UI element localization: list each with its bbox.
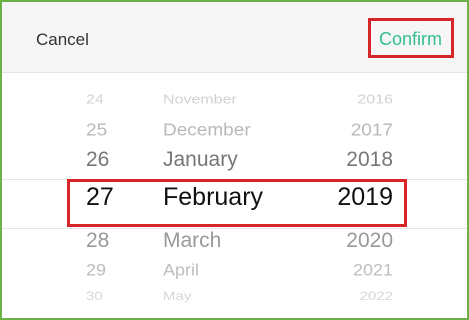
- month-option[interactable]: November: [147, 93, 303, 108]
- wheel-fade-top: [2, 73, 467, 89]
- selected-row-highlight-box: [67, 179, 407, 227]
- selection-divider-bottom: [2, 228, 467, 229]
- month-option[interactable]: December: [147, 121, 303, 141]
- month-option[interactable]: January: [147, 148, 303, 172]
- confirm-button[interactable]: Confirm: [379, 29, 442, 50]
- picker-toolbar: Cancel Confirm: [2, 2, 467, 73]
- month-option[interactable]: March: [147, 229, 303, 253]
- date-picker-sheet: Cancel Confirm 24 25 26 27 28 29 30 Nove…: [0, 0, 469, 320]
- year-option[interactable]: 2016: [317, 93, 417, 108]
- cancel-button[interactable]: Cancel: [36, 30, 89, 50]
- wheel-fade-bottom: [2, 298, 467, 318]
- year-option[interactable]: 2017: [317, 121, 417, 141]
- month-option[interactable]: April: [147, 261, 303, 280]
- year-option[interactable]: 2021: [317, 261, 417, 280]
- year-option[interactable]: 2020: [317, 229, 417, 253]
- year-option[interactable]: 2018: [317, 148, 417, 172]
